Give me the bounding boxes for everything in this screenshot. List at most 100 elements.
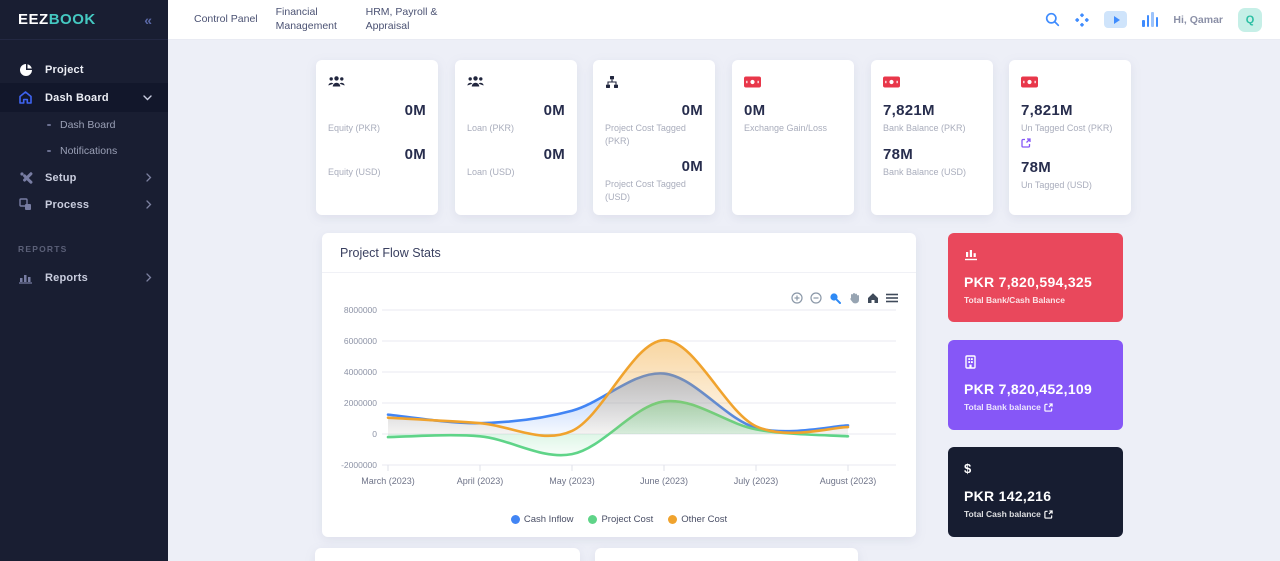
legend-dot — [511, 515, 520, 524]
stat-label: Un Tagged (USD) — [1021, 179, 1119, 192]
stat-card-untagged-cost[interactable]: 7,821M Un Tagged Cost (PKR) 78M Un Tagge… — [1009, 60, 1131, 215]
area-chart[interactable]: 80000006000000400000020000000-2000000Mar… — [336, 298, 902, 494]
legend-item[interactable]: Cash Inflow — [511, 514, 574, 525]
legend-label: Project Cost — [601, 514, 653, 525]
apps-icon[interactable] — [1075, 13, 1089, 27]
sidebar-item-label: Project — [45, 64, 84, 76]
banknote-icon — [1021, 73, 1119, 90]
total-cash-balance-card[interactable]: $ PKR 142,216 Total Cash balance — [948, 447, 1123, 537]
banknote-icon — [883, 73, 981, 90]
external-link-icon[interactable] — [1021, 138, 1031, 148]
tab-hrm-payroll[interactable]: HRM, Payroll & Appraisal — [366, 6, 438, 33]
tools-icon — [18, 170, 33, 185]
stat-label: Loan (USD) — [467, 166, 565, 179]
topbar-actions: Hi, Qamar Q — [1045, 8, 1262, 32]
sidebar-item-label: Process — [45, 199, 89, 211]
sidebar-item-label: Reports — [45, 272, 88, 284]
stat-row: 0M Loan (USD) — [467, 146, 565, 179]
sidebar: EEZBOOK « Project Dash Board — [0, 0, 168, 561]
sidebar-menu: Project Dash Board Dash Board Notificati… — [0, 40, 168, 291]
stat-card-loan[interactable]: 0M Loan (PKR) 0M Loan (USD) — [455, 60, 577, 215]
svg-text:-2000000: -2000000 — [341, 460, 377, 470]
stat-row: 0M Equity (USD) — [328, 146, 426, 179]
stat-value: 78M — [883, 146, 981, 163]
chart-title: Project Flow Stats — [322, 233, 916, 273]
tab-financial-management[interactable]: Financial Management — [276, 6, 348, 33]
sidebar-collapse-icon[interactable]: « — [144, 12, 152, 28]
summary-label-text: Total Bank/Cash Balance — [964, 295, 1065, 305]
stat-value: 7,821M — [1021, 102, 1119, 119]
sidebar-subitem-dashboard[interactable]: Dash Board — [0, 112, 168, 138]
stat-row: 78M Bank Balance (USD) — [883, 146, 981, 179]
stat-value: 0M — [467, 146, 565, 163]
svg-text:2000000: 2000000 — [344, 398, 377, 408]
summary-label-text: Total Cash balance — [964, 509, 1041, 519]
stat-label: Un Tagged Cost (PKR) — [1021, 122, 1119, 135]
nav-tabs: Control Panel Financial Management HRM, … — [194, 6, 438, 33]
stat-row: 7,821M Bank Balance (PKR) — [883, 102, 981, 135]
legend-dot — [668, 515, 677, 524]
svg-text:6000000: 6000000 — [344, 336, 377, 346]
logo-part2: BOOK — [49, 11, 96, 28]
tab-control-panel[interactable]: Control Panel — [194, 13, 258, 27]
stat-card-equity[interactable]: 0M Equity (PKR) 0M Equity (USD) — [316, 60, 438, 215]
external-link-icon[interactable] — [1044, 403, 1053, 412]
topbar: Control Panel Financial Management HRM, … — [168, 0, 1280, 40]
bullet-icon — [47, 150, 51, 152]
stat-card-exchange[interactable]: 0M Exchange Gain/Loss — [732, 60, 854, 215]
sidebar-item-setup[interactable]: Setup — [0, 164, 168, 191]
sidebar-item-reports[interactable]: Reports — [0, 264, 168, 291]
bottom-card-stub-1 — [315, 548, 580, 561]
users-icon — [328, 73, 426, 90]
logo-row: EEZBOOK « — [0, 0, 168, 40]
stat-value: 0M — [328, 146, 426, 163]
user-greeting[interactable]: Hi, Qamar — [1173, 14, 1223, 26]
stat-value: 0M — [605, 102, 703, 119]
video-icon[interactable] — [1104, 11, 1127, 28]
stat-label: Equity (PKR) — [328, 122, 426, 135]
bar-chart-icon — [18, 270, 33, 285]
legend-label: Other Cost — [681, 514, 727, 525]
app-logo[interactable]: EEZBOOK — [18, 11, 96, 28]
svg-text:May (2023): May (2023) — [549, 476, 595, 486]
stat-value: 0M — [467, 102, 565, 119]
bottom-card-stub-2 — [595, 548, 858, 561]
chevron-right-icon — [146, 200, 152, 209]
stat-card-bank-balance[interactable]: 7,821M Bank Balance (PKR) 78M Bank Balan… — [871, 60, 993, 215]
chart-board-icon — [964, 247, 1107, 262]
bank-building-icon — [964, 354, 1107, 369]
sidebar-item-dashboard[interactable]: Dash Board — [0, 83, 168, 112]
stat-row: 78M Un Tagged (USD) — [1021, 159, 1119, 192]
sidebar-subitem-label: Notifications — [60, 145, 117, 157]
legend-item[interactable]: Project Cost — [588, 514, 653, 525]
svg-text:July (2023): July (2023) — [734, 476, 779, 486]
sidebar-item-process[interactable]: Process — [0, 191, 168, 218]
stat-row: 0M Loan (PKR) — [467, 102, 565, 135]
sidebar-item-project[interactable]: Project — [0, 56, 168, 83]
stat-label: Loan (PKR) — [467, 122, 565, 135]
svg-text:8000000: 8000000 — [344, 305, 377, 315]
search-icon[interactable] — [1045, 12, 1060, 27]
chart-legend: Cash Inflow Project Cost Other Cost — [322, 514, 916, 525]
total-bank-balance-card[interactable]: PKR 7,820,452,109 Total Bank balance — [948, 340, 1123, 430]
svg-text:April (2023): April (2023) — [457, 476, 504, 486]
stat-label: Bank Balance (PKR) — [883, 122, 981, 135]
summary-value: PKR 7,820,452,109 — [964, 381, 1107, 397]
avatar[interactable]: Q — [1238, 8, 1262, 32]
stat-row: 7,821M Un Tagged Cost (PKR) — [1021, 102, 1119, 153]
sidebar-item-label: Dash Board — [45, 92, 109, 104]
sidebar-subitem-label: Dash Board — [60, 119, 115, 131]
play-triangle — [1114, 16, 1120, 24]
legend-item[interactable]: Other Cost — [668, 514, 727, 525]
svg-text:June (2023): June (2023) — [640, 476, 688, 486]
summary-value: PKR 142,216 — [964, 488, 1107, 504]
stat-card-project-cost-tagged[interactable]: 0M Project Cost Tagged (PKR) 0M Project … — [593, 60, 715, 215]
chevron-right-icon — [146, 273, 152, 282]
svg-text:March (2023): March (2023) — [361, 476, 415, 486]
total-bank-cash-balance-card[interactable]: PKR 7,820,594,325 Total Bank/Cash Balanc… — [948, 233, 1123, 322]
chevron-right-icon — [146, 173, 152, 182]
stats-icon[interactable] — [1142, 12, 1158, 27]
external-link-icon[interactable] — [1044, 510, 1053, 519]
summary-label-text: Total Bank balance — [964, 402, 1041, 412]
sidebar-subitem-notifications[interactable]: Notifications — [0, 138, 168, 164]
